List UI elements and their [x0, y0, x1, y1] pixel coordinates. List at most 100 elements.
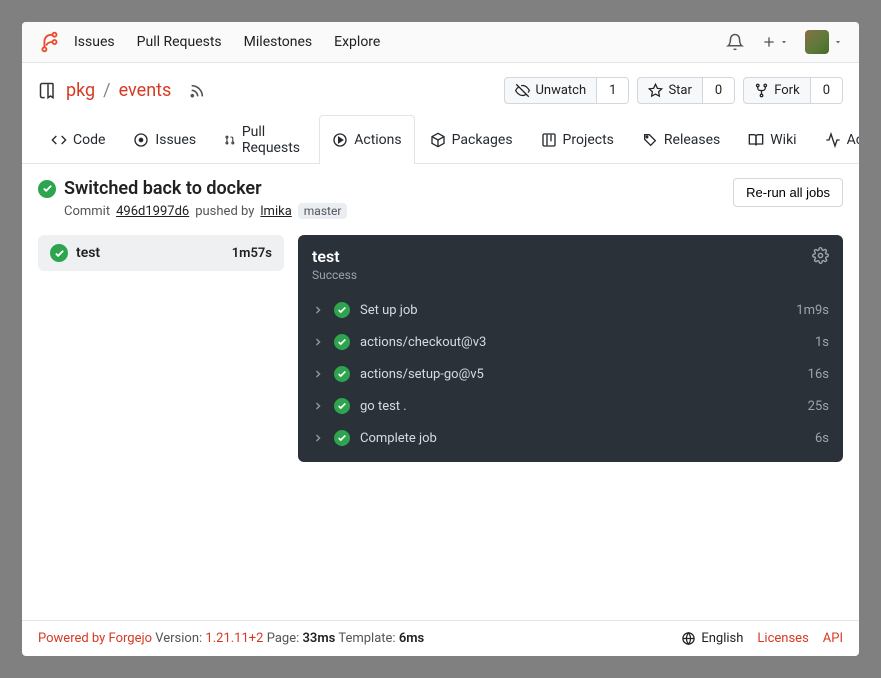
footer-version[interactable]: 1.21.11+2: [205, 631, 263, 646]
project-icon: [541, 132, 557, 148]
repo-header: pkg / events Unwatch 1 Star 0: [22, 63, 859, 104]
commit-prefix: Commit: [64, 204, 110, 219]
repo-name-link[interactable]: events: [119, 80, 172, 101]
tab-packages[interactable]: Packages: [417, 115, 526, 164]
tab-code-label: Code: [73, 132, 105, 148]
chevron-right-icon: [312, 400, 326, 412]
issue-icon: [133, 132, 149, 148]
step-row[interactable]: actions/setup-go@v5 16s: [298, 358, 843, 390]
step-name: Complete job: [360, 431, 437, 446]
fork-button[interactable]: Fork 0: [743, 77, 843, 104]
run-header: Switched back to docker Commit 496d1997d…: [38, 178, 843, 219]
forgejo-logo-icon[interactable]: [38, 31, 60, 53]
pushed-by-user-link[interactable]: lmika: [260, 204, 291, 219]
tab-activity-label: Activity: [847, 132, 859, 148]
nav-pull-requests[interactable]: Pull Requests: [137, 34, 222, 50]
success-icon: [334, 302, 350, 318]
watch-count[interactable]: 1: [596, 78, 628, 103]
run-title: Switched back to docker: [64, 178, 262, 199]
footer-page-label: Page:: [267, 631, 300, 646]
chevron-right-icon: [312, 432, 326, 444]
fork-icon: [754, 83, 769, 98]
tab-projects[interactable]: Projects: [528, 115, 627, 164]
commit-sha-link[interactable]: 496d1997d6: [116, 204, 189, 219]
tab-releases-label: Releases: [664, 132, 720, 148]
tab-activity[interactable]: Activity: [812, 115, 859, 164]
gear-icon[interactable]: [812, 247, 829, 264]
content: Switched back to docker Commit 496d1997d…: [22, 164, 859, 620]
fork-count[interactable]: 0: [810, 78, 842, 103]
tag-icon: [642, 132, 658, 148]
tab-wiki-label: Wiki: [770, 132, 796, 148]
chevron-right-icon: [312, 336, 326, 348]
step-time: 6s: [815, 431, 829, 446]
step-time: 1m9s: [796, 303, 829, 318]
step-time: 16s: [808, 367, 829, 382]
repo-title: pkg / events: [38, 80, 205, 101]
success-icon: [334, 334, 350, 350]
success-icon: [334, 430, 350, 446]
job-panel: test Success Set up job 1m9s actions/check…: [298, 235, 843, 462]
footer-page-time: 33ms: [303, 631, 336, 646]
repo-slash: /: [103, 80, 110, 101]
step-row[interactable]: actions/checkout@v3 1s: [298, 326, 843, 358]
step-name: actions/checkout@v3: [360, 335, 486, 350]
nav-milestones[interactable]: Milestones: [244, 34, 313, 50]
step-row[interactable]: go test .25s: [298, 390, 843, 422]
footer-template-label: Template:: [338, 631, 395, 646]
top-nav: Issues Pull Requests Milestones Explore: [74, 34, 380, 50]
star-icon: [648, 83, 663, 98]
step-time: 25s: [808, 399, 829, 414]
language-selector[interactable]: English: [681, 631, 743, 646]
tab-actions-label: Actions: [354, 132, 401, 148]
success-icon: [38, 180, 56, 198]
footer-powered-by[interactable]: Powered by Forgejo: [38, 631, 152, 646]
star-count[interactable]: 0: [702, 78, 734, 103]
job-panel-status: Success: [312, 268, 357, 282]
tab-wiki[interactable]: Wiki: [735, 115, 809, 164]
rss-icon[interactable]: [189, 83, 205, 99]
rerun-all-button[interactable]: Re-run all jobs: [733, 178, 843, 207]
step-time: 1s: [815, 335, 829, 350]
repo-owner-link[interactable]: pkg: [66, 80, 95, 101]
success-icon: [334, 366, 350, 382]
repo-tabs: Code Issues Pull Requests Actions Packag…: [22, 104, 859, 164]
create-menu[interactable]: [761, 34, 789, 50]
step-name: actions/setup-go@v5: [360, 367, 484, 382]
tab-pull-requests[interactable]: Pull Requests: [211, 115, 317, 164]
book-icon: [748, 132, 764, 148]
footer: Powered by Forgejo Version: 1.21.11+2 Pa…: [22, 620, 859, 656]
globe-icon: [681, 631, 696, 646]
success-icon: [334, 398, 350, 414]
job-item[interactable]: test 1m57s: [38, 235, 284, 271]
step-row[interactable]: Complete job 6s: [298, 422, 843, 454]
play-circle-icon: [332, 132, 348, 148]
step-name: Set up job: [360, 303, 418, 318]
pulse-icon: [825, 132, 841, 148]
tab-actions[interactable]: Actions: [319, 115, 414, 164]
code-icon: [51, 132, 67, 148]
tab-code[interactable]: Code: [38, 115, 118, 164]
pushed-by-prefix: pushed by: [195, 204, 254, 219]
tab-releases[interactable]: Releases: [629, 115, 733, 164]
user-menu[interactable]: [805, 30, 843, 54]
star-button[interactable]: Star 0: [637, 77, 735, 104]
job-list: test 1m57s: [38, 235, 284, 462]
nav-issues[interactable]: Issues: [74, 34, 115, 50]
run-subtitle: Commit 496d1997d6 pushed by lmika master: [64, 203, 347, 219]
unwatch-label: Unwatch: [535, 83, 586, 98]
notifications-icon[interactable]: [725, 32, 745, 52]
api-link[interactable]: API: [823, 631, 843, 646]
caret-down-icon: [779, 37, 789, 47]
tab-issues[interactable]: Issues: [120, 115, 209, 164]
chevron-right-icon: [312, 368, 326, 380]
tab-packages-label: Packages: [452, 132, 513, 148]
topbar: Issues Pull Requests Milestones Explore: [22, 22, 859, 63]
branch-badge[interactable]: master: [298, 203, 348, 219]
nav-explore[interactable]: Explore: [334, 34, 380, 50]
step-row[interactable]: Set up job 1m9s: [298, 294, 843, 326]
unwatch-button[interactable]: Unwatch 1: [504, 77, 629, 104]
job-panel-title: test: [312, 247, 357, 266]
chevron-right-icon: [312, 304, 326, 316]
licenses-link[interactable]: Licenses: [757, 631, 808, 646]
